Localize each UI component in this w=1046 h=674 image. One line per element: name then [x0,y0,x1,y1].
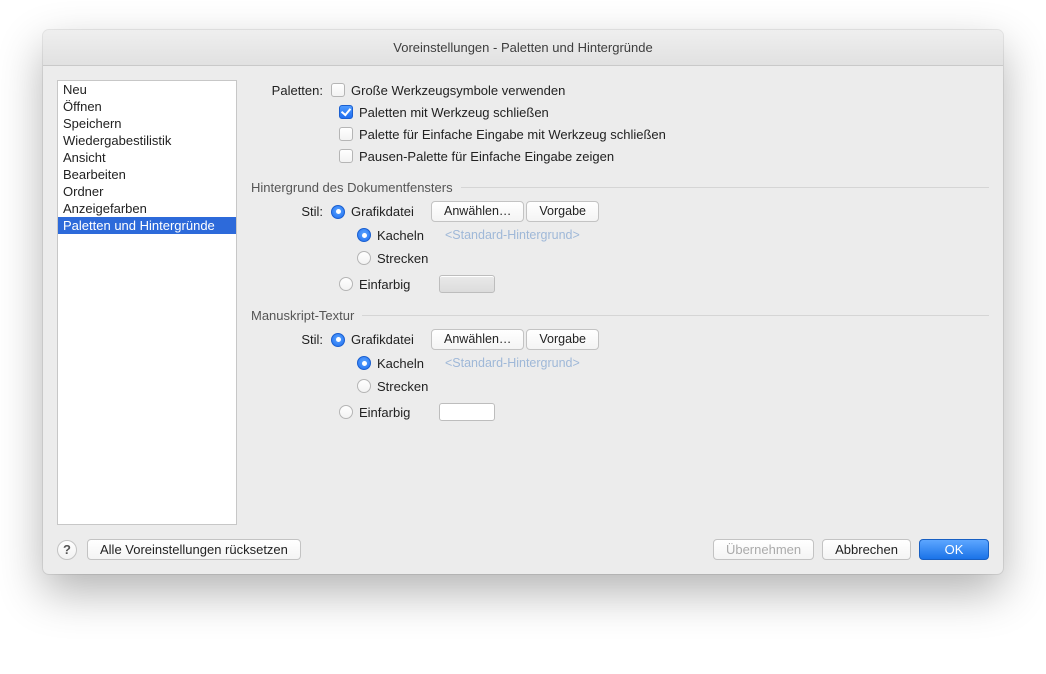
manuscript-stretch-radio[interactable] [357,379,371,393]
background-solid-label: Einfarbig [359,277,439,292]
manuscript-tile-label: Kacheln [377,356,439,371]
divider [362,315,989,316]
sidebar-item-edit[interactable]: Bearbeiten [58,166,236,183]
preferences-window: Voreinstellungen - Paletten und Hintergr… [43,30,1003,574]
manuscript-graphic-label: Grafikdatei [351,332,431,347]
show-rests-palette-label: Pausen-Palette für Einfache Eingabe zeig… [359,149,614,164]
manuscript-file-hint: <Standard-Hintergrund> [445,356,580,370]
manuscript-solid-label: Einfarbig [359,405,439,420]
sidebar-item-playback[interactable]: Wiedergabestilistik [58,132,236,149]
background-select-button[interactable]: Anwählen… [431,201,524,222]
apply-button[interactable]: Übernehmen [713,539,814,560]
background-stretch-label: Strecken [377,251,428,266]
divider [461,187,989,188]
reset-all-button[interactable]: Alle Voreinstellungen rücksetzen [87,539,301,560]
close-simple-entry-palette-checkbox[interactable] [339,127,353,141]
help-button[interactable]: ? [57,540,77,560]
ok-button[interactable]: OK [919,539,989,560]
sidebar-item-palettes[interactable]: Paletten und Hintergründe [58,217,236,234]
manuscript-stretch-label: Strecken [377,379,428,394]
close-palettes-with-tool-label: Paletten mit Werkzeug schließen [359,105,549,120]
large-tool-symbols-label: Große Werkzeugsymbole verwenden [351,83,565,98]
close-simple-entry-palette-label: Palette für Einfache Eingabe mit Werkzeu… [359,127,666,142]
sidebar-item-open[interactable]: Öffnen [58,98,236,115]
manuscript-default-button[interactable]: Vorgabe [526,329,599,350]
dialog-footer: ? Alle Voreinstellungen rücksetzen Übern… [43,525,1003,574]
background-tile-label: Kacheln [377,228,439,243]
manuscript-color-swatch[interactable] [439,403,495,421]
background-default-button[interactable]: Vorgabe [526,201,599,222]
background-color-swatch[interactable] [439,275,495,293]
sidebar-item-view[interactable]: Ansicht [58,149,236,166]
large-tool-symbols-checkbox[interactable] [331,83,345,97]
sidebar-item-new[interactable]: Neu [58,81,236,98]
window-title: Voreinstellungen - Paletten und Hintergr… [43,30,1003,66]
settings-pane: Paletten: Große Werkzeugsymbole verwende… [251,80,989,525]
background-graphic-radio[interactable] [331,205,345,219]
background-stretch-radio[interactable] [357,251,371,265]
cancel-button[interactable]: Abbrechen [822,539,911,560]
background-section-header: Hintergrund des Dokumentfensters [251,180,989,195]
manuscript-tile-radio[interactable] [357,356,371,370]
palettes-label: Paletten: [251,83,331,98]
background-file-hint: <Standard-Hintergrund> [445,228,580,242]
manuscript-select-button[interactable]: Anwählen… [431,329,524,350]
sidebar-item-display-colors[interactable]: Anzeigefarben [58,200,236,217]
manuscript-section-header: Manuskript-Textur [251,308,989,323]
close-palettes-with-tool-checkbox[interactable] [339,105,353,119]
show-rests-palette-checkbox[interactable] [339,149,353,163]
background-style-label: Stil: [251,204,331,219]
manuscript-graphic-radio[interactable] [331,333,345,347]
category-sidebar[interactable]: Neu Öffnen Speichern Wiedergabestilistik… [57,80,237,525]
background-graphic-label: Grafikdatei [351,204,431,219]
manuscript-solid-radio[interactable] [339,405,353,419]
sidebar-item-folders[interactable]: Ordner [58,183,236,200]
sidebar-item-save[interactable]: Speichern [58,115,236,132]
background-solid-radio[interactable] [339,277,353,291]
manuscript-style-label: Stil: [251,332,331,347]
background-tile-radio[interactable] [357,228,371,242]
